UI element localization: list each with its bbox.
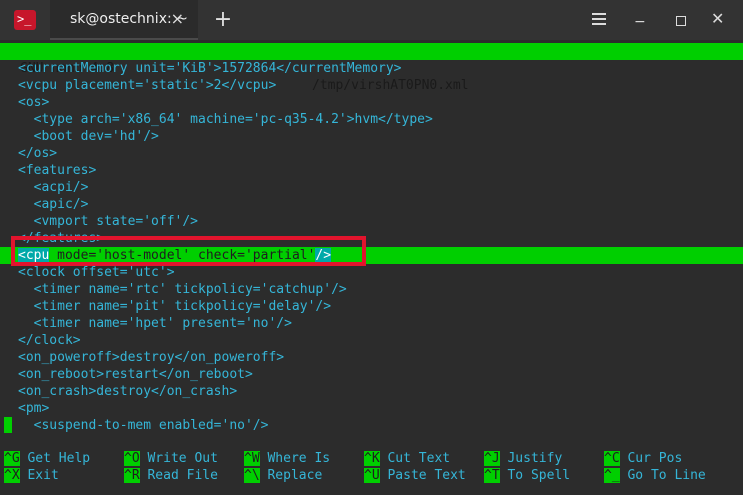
shortcut-label: Where Is bbox=[259, 451, 331, 466]
shortcut-read-file[interactable]: ^R Read File bbox=[124, 467, 218, 484]
code-line: </os> bbox=[18, 146, 58, 161]
shortcut-label: Go To Line bbox=[619, 468, 706, 483]
code-line: <features> bbox=[18, 163, 97, 178]
code-line: <type arch='x86_64' machine='pc-q35-4.2'… bbox=[18, 112, 433, 127]
shortcut-label: Write Out bbox=[139, 451, 218, 466]
title-bar: >_ sk@ostechnix: ~ × + − ✕ bbox=[0, 0, 743, 40]
terminal-content[interactable]: GNU nano 4.8 /tmp/virshAT0PN0.xml <curre… bbox=[0, 40, 743, 495]
shortcut-label: Exit bbox=[19, 468, 59, 483]
tab-close-icon[interactable]: × bbox=[171, 9, 184, 28]
annotation-highlight-box bbox=[11, 236, 366, 266]
shortcut-label: Replace bbox=[259, 468, 323, 483]
code-line: <acpi/> bbox=[18, 180, 89, 195]
shortcut-paste-text[interactable]: ^U Paste Text bbox=[364, 467, 466, 484]
shortcut-label: Get Help bbox=[19, 451, 91, 466]
tab-terminal[interactable]: sk@ostechnix: ~ × bbox=[50, 0, 198, 40]
shortcut-cut-text[interactable]: ^K Cut Text bbox=[364, 450, 450, 467]
nano-header-bar: GNU nano 4.8 /tmp/virshAT0PN0.xml bbox=[0, 43, 743, 93]
shortcut-get-help[interactable]: ^G Get Help bbox=[4, 450, 90, 467]
close-window-icon[interactable]: ✕ bbox=[711, 9, 724, 28]
shortcut-key: ^G bbox=[4, 451, 20, 466]
code-line: <on_poweroff>destroy</on_poweroff> bbox=[18, 350, 285, 365]
shortcut-label: Paste Text bbox=[379, 468, 466, 483]
shortcut-key: ^W bbox=[244, 451, 260, 466]
shortcut-label: Justify bbox=[499, 451, 563, 466]
shortcut-to-spell[interactable]: ^T To Spell bbox=[484, 467, 570, 484]
shortcut-key: ^K bbox=[364, 451, 380, 466]
shortcut-key: ^X bbox=[4, 468, 20, 483]
shortcut-label: Cur Pos bbox=[619, 451, 683, 466]
code-line: <timer name='rtc' tickpolicy='catchup'/> bbox=[18, 282, 347, 297]
shortcut-key: ^_ bbox=[604, 468, 620, 483]
shortcut-where-is[interactable]: ^W Where Is bbox=[244, 450, 330, 467]
shortcut-key: ^O bbox=[124, 451, 140, 466]
shortcut-key: ^T bbox=[484, 468, 500, 483]
code-line: <on_crash>destroy</on_crash> bbox=[18, 384, 238, 399]
shortcut-key: ^U bbox=[364, 468, 380, 483]
new-tab-button[interactable]: + bbox=[205, 6, 241, 34]
terminal-window: >_ sk@ostechnix: ~ × + − ✕ GNU nano 4.8 … bbox=[0, 0, 743, 495]
code-line: <pm> bbox=[18, 401, 50, 416]
shortcut-key: ^J bbox=[484, 451, 500, 466]
code-line: <timer name='pit' tickpolicy='delay'/> bbox=[18, 299, 332, 314]
code-line: <apic/> bbox=[18, 197, 89, 212]
shortcut-label: Cut Text bbox=[379, 451, 451, 466]
code-line: <timer name='hpet' present='no'/> bbox=[18, 316, 292, 331]
code-line: <vcpu placement='static'>2</vcpu> bbox=[18, 78, 277, 93]
code-line: <boot dev='hd'/> bbox=[18, 129, 159, 144]
shortcut-replace[interactable]: ^\ Replace bbox=[244, 467, 322, 484]
shortcut-key: ^\ bbox=[244, 468, 260, 483]
code-line: <clock offset='utc'> bbox=[18, 265, 175, 280]
shortcut-go-to-line[interactable]: ^_ Go To Line bbox=[604, 467, 706, 484]
code-line: <vmport state='off'/> bbox=[18, 214, 199, 229]
code-line: <on_reboot>restart</on_reboot> bbox=[18, 367, 253, 382]
maximize-icon[interactable] bbox=[676, 16, 686, 26]
scroll-indicator bbox=[4, 417, 12, 433]
code-line: <currentMemory unit='KiB'>1572864</curre… bbox=[18, 61, 402, 76]
hamburger-menu-icon[interactable] bbox=[592, 13, 606, 28]
terminal-app-icon[interactable]: >_ bbox=[14, 10, 36, 30]
shortcut-label: To Spell bbox=[499, 468, 571, 483]
shortcut-cur-pos[interactable]: ^C Cur Pos bbox=[604, 450, 682, 467]
shortcut-write-out[interactable]: ^O Write Out bbox=[124, 450, 218, 467]
code-line: </clock> bbox=[18, 333, 81, 348]
shortcut-key: ^R bbox=[124, 468, 140, 483]
shortcut-key: ^C bbox=[604, 451, 620, 466]
code-line: <os> bbox=[18, 95, 50, 110]
code-line: <suspend-to-mem enabled='no'/> bbox=[18, 418, 269, 433]
shortcut-justify[interactable]: ^J Justify bbox=[484, 450, 562, 467]
minimize-icon[interactable]: − bbox=[634, 14, 646, 30]
shortcut-label: Read File bbox=[139, 468, 218, 483]
shortcut-exit[interactable]: ^X Exit bbox=[4, 467, 59, 484]
